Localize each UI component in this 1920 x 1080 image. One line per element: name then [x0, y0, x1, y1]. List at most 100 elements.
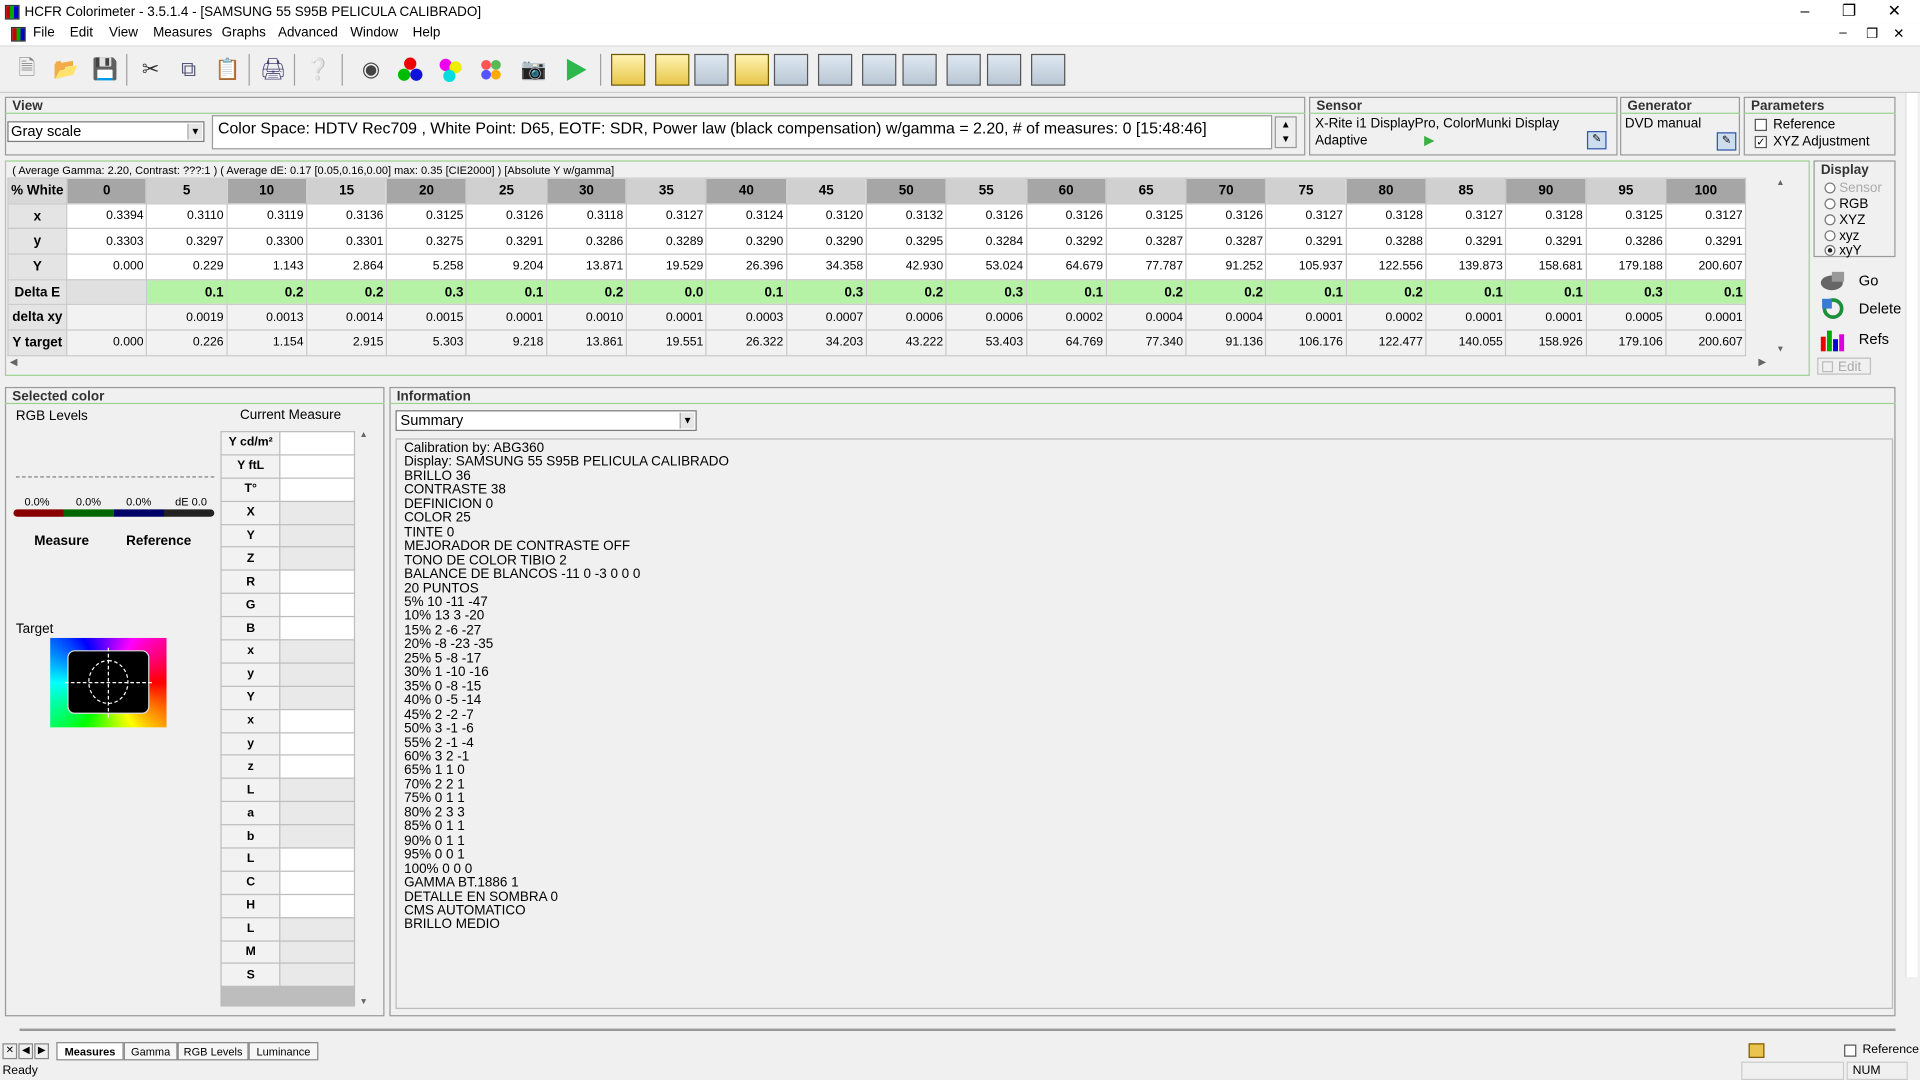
grid-cell[interactable]: 1.154	[226, 329, 308, 357]
grid-cell[interactable]: 0.3288	[1345, 228, 1427, 255]
grid-cell[interactable]: 0.1	[1265, 278, 1347, 306]
saturation-view-icon[interactable]	[862, 53, 897, 86]
grid-cell[interactable]: 13.871	[545, 253, 628, 281]
grid-column-header[interactable]: 25	[465, 177, 548, 205]
grid-cell[interactable]: 0.3125	[1105, 202, 1187, 230]
grid-cell[interactable]: 53.024	[945, 253, 1027, 281]
grid-cell[interactable]: 0.2	[226, 278, 308, 306]
print-icon[interactable]: 🖨	[257, 54, 289, 86]
grid-column-header[interactable]: 10	[226, 177, 308, 205]
grid-cell[interactable]: 0.1	[465, 278, 548, 306]
tab-luminance[interactable]: Luminance	[248, 1042, 319, 1061]
grid-cell[interactable]: 0.0014	[305, 304, 388, 331]
grid-cell[interactable]: 105.937	[1265, 253, 1347, 281]
tab-gamma[interactable]: Gamma	[123, 1042, 178, 1061]
grid-cell[interactable]: 0.3303	[66, 228, 148, 255]
grid-column-header[interactable]: 95	[1585, 177, 1667, 205]
grid-cell[interactable]: 0.3126	[465, 202, 548, 230]
primaries-icon[interactable]	[394, 54, 426, 86]
close-button[interactable]: ✕	[1872, 0, 1916, 23]
measure-spinner[interactable]: ▲ ▼	[1274, 116, 1297, 149]
notification-icon[interactable]	[1748, 1043, 1765, 1058]
grid-cell[interactable]: 0.3292	[1025, 228, 1107, 255]
grid-cell[interactable]: 0.0	[625, 278, 707, 306]
grid-cell[interactable]: 0.3275	[385, 228, 468, 255]
grid-cell[interactable]: 0.3127	[1265, 202, 1347, 230]
grid-cell[interactable]: 0.229	[146, 253, 228, 281]
chevron-down-icon[interactable]: ▼	[187, 123, 203, 140]
grid-cell[interactable]: 0.3125	[385, 202, 468, 230]
xyz-adjustment-checkbox[interactable]: ✓	[1754, 135, 1767, 149]
grid-column-header[interactable]: 50	[865, 177, 947, 205]
grid-cell[interactable]: 13.861	[545, 329, 628, 357]
grid-cell[interactable]: 106.176	[1265, 329, 1347, 357]
grid-cell[interactable]: 53.403	[945, 329, 1027, 357]
grid-cell[interactable]: 0.1	[1665, 278, 1747, 306]
camera-icon[interactable]: 📷	[518, 54, 550, 86]
grid-column-header[interactable]: 55	[945, 177, 1027, 205]
grid-cell[interactable]: 0.3125	[1585, 202, 1667, 230]
grid-cell[interactable]: 0.1	[1425, 278, 1507, 306]
grid-horizontal-scrollbar[interactable]: ◀ ▶	[7, 356, 1773, 371]
radio-xyz-lower[interactable]: xyz	[1824, 229, 1859, 244]
grid-column-header[interactable]: 60	[1025, 177, 1107, 205]
go-button[interactable]: Go	[1815, 267, 1896, 294]
grid-cell[interactable]: 0.0001	[465, 304, 548, 331]
minimize-button[interactable]: –	[1783, 0, 1827, 23]
grid-cell[interactable]: 0.3127	[625, 202, 707, 230]
grid-cell[interactable]: 0.0001	[1505, 304, 1587, 331]
grid-cell[interactable]: 0.0007	[785, 304, 867, 331]
maximize-button[interactable]: ❐	[1827, 0, 1871, 23]
cie-view-icon[interactable]	[773, 53, 809, 86]
save-icon[interactable]: 💾	[89, 54, 121, 86]
delete-button[interactable]: Delete	[1815, 295, 1901, 322]
grid-column-header[interactable]: 100	[1665, 177, 1747, 205]
menu-help[interactable]: Help	[413, 26, 441, 41]
grid-cell[interactable]: 0.3394	[66, 202, 148, 230]
gamma-view-icon[interactable]	[655, 53, 690, 86]
grid-column-header[interactable]: 30	[545, 177, 628, 205]
grid-cell[interactable]: 0.3126	[1185, 202, 1267, 230]
grid-cell[interactable]: 1.143	[226, 253, 308, 281]
menu-advanced[interactable]: Advanced	[278, 26, 338, 41]
grid-cell[interactable]: 2.915	[305, 329, 388, 357]
grid-cell[interactable]: 64.769	[1025, 329, 1107, 357]
grid-cell[interactable]: 0.0002	[1345, 304, 1427, 331]
grid-cell[interactable]: 0.3297	[146, 228, 228, 255]
grid-cell[interactable]: 0.000	[66, 253, 148, 281]
grid-cell[interactable]	[66, 304, 148, 331]
grid-column-header[interactable]: 70	[1185, 177, 1267, 205]
mdi-close-button[interactable]: ✕	[1893, 26, 1904, 42]
main-vertical-scrollbar[interactable]	[1905, 93, 1918, 978]
grid-cell[interactable]: 0.3287	[1105, 228, 1187, 255]
grid-cell[interactable]: 0.3301	[305, 228, 388, 255]
grid-cell[interactable]: 0.0001	[1665, 304, 1747, 331]
near-white-view-icon[interactable]	[1031, 53, 1066, 86]
grid-cell[interactable]: 42.930	[865, 253, 947, 281]
grid-cell[interactable]: 0.3127	[1425, 202, 1507, 230]
near-black-view-icon[interactable]	[986, 53, 1022, 86]
grid-column-header[interactable]: 0	[66, 177, 148, 205]
bottom-reference-checkbox[interactable]	[1844, 1044, 1857, 1057]
grid-cell[interactable]: 140.055	[1425, 329, 1507, 357]
grid-cell[interactable]: 0.3132	[865, 202, 947, 230]
grid-column-header[interactable]: 65	[1105, 177, 1187, 205]
grid-cell[interactable]: 2.864	[305, 253, 388, 281]
grid-vertical-scrollbar[interactable]: ▲ ▼	[1773, 178, 1788, 354]
grid-cell[interactable]: 77.340	[1105, 329, 1187, 357]
grid-cell[interactable]: 0.2	[305, 278, 388, 306]
grid-column-header[interactable]: 20	[385, 177, 468, 205]
grid-cell[interactable]: 0.0003	[705, 304, 787, 331]
grid-cell[interactable]: 64.679	[1025, 253, 1107, 281]
play-icon[interactable]: ▶	[1424, 132, 1434, 148]
view-mode-select[interactable]: Gray scale ▼	[7, 121, 205, 143]
grid-cell[interactable]: 0.0001	[1425, 304, 1507, 331]
grid-cell[interactable]: 0.3291	[1505, 228, 1587, 255]
grid-column-header[interactable]: 15	[305, 177, 388, 205]
grid-cell[interactable]: 0.0001	[625, 304, 707, 331]
delta-e-view-icon[interactable]	[946, 53, 981, 86]
grid-cell[interactable]: 0.3119	[226, 202, 308, 230]
paste-icon[interactable]: 📋	[212, 54, 244, 86]
grid-cell[interactable]: 0.0010	[545, 304, 628, 331]
grid-cell[interactable]: 0.3	[385, 278, 468, 306]
